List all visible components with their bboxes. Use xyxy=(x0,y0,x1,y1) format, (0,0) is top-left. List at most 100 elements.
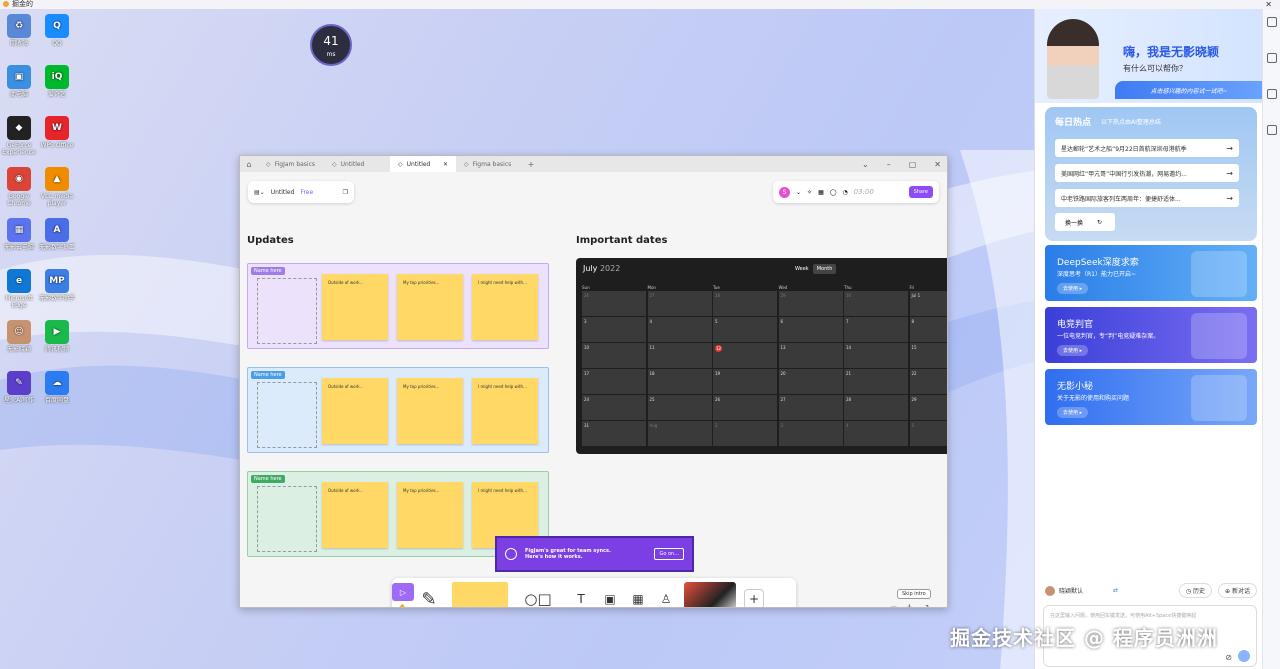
calendar-day[interactable]: 15 xyxy=(909,343,947,368)
attach-icon[interactable]: ⊘ xyxy=(1225,653,1232,662)
more-tools-icon[interactable]: + xyxy=(744,589,764,607)
calendar-day[interactable]: 2 xyxy=(713,421,777,446)
tab-1[interactable]: ◇ Untitled xyxy=(324,156,390,172)
calendar-day[interactable]: 28 xyxy=(844,395,908,420)
calendar-day[interactable]: 4 xyxy=(647,317,712,342)
calendar-day[interactable]: 7 xyxy=(844,317,908,342)
sticky-note[interactable]: My top priorities... xyxy=(397,274,463,340)
tab-3[interactable]: ◇ Figma basics xyxy=(456,156,522,172)
sparkle-icon[interactable]: ✧ xyxy=(807,189,812,196)
calendar-day[interactable]: 10 xyxy=(582,343,646,368)
tab-2[interactable]: ◇ Untitled ✕ xyxy=(390,156,456,172)
minimize-icon[interactable]: – xyxy=(887,160,891,169)
chevron-down-icon[interactable]: ⌄ xyxy=(862,160,869,169)
marker-icon[interactable]: ✎ xyxy=(414,579,444,608)
go-on-button[interactable]: Go on... xyxy=(654,548,684,560)
calendar-day[interactable]: 8 xyxy=(909,317,947,342)
month-toggle[interactable]: Month xyxy=(812,264,837,274)
skip-intro-button[interactable]: Skip intro xyxy=(897,589,931,599)
calendar-day[interactable]: 27 xyxy=(778,395,843,420)
calendar-day[interactable]: 19 xyxy=(713,369,777,394)
calendar-day[interactable]: 14 xyxy=(844,343,908,368)
section-name[interactable]: Name here xyxy=(251,475,285,483)
figjam-menu-icon[interactable]: ▤⌄ xyxy=(254,189,265,196)
calendar-day[interactable]: 3 xyxy=(582,317,646,342)
close-window-icon[interactable]: ✕ xyxy=(934,160,941,169)
desktop-icon[interactable]: ▲ VLC media player xyxy=(38,167,76,207)
hot-item[interactable]: 美国网红“甲亢哥”中国行引发热潮，网易邀约... → xyxy=(1055,164,1239,182)
widgets-icon[interactable] xyxy=(684,582,736,607)
desktop-icon[interactable]: ✎ 星火AI写作 xyxy=(0,371,38,404)
new-tab-icon[interactable]: + xyxy=(522,160,540,169)
zoom-in-icon[interactable]: + xyxy=(906,603,914,607)
info-icon[interactable] xyxy=(1266,125,1277,135)
calendar-day[interactable]: 17 xyxy=(582,369,646,394)
close-tab-icon[interactable]: ✕ xyxy=(443,161,448,168)
layout-icon[interactable]: ▦ xyxy=(818,189,824,196)
text-tool-icon[interactable]: T xyxy=(566,592,596,606)
tool-icon[interactable] xyxy=(1266,53,1277,63)
sticky-note[interactable]: My top priorities... xyxy=(397,378,463,444)
tab-0[interactable]: ◇ FigJam basics xyxy=(258,156,324,172)
desktop-icon[interactable]: ☺ 无影晓颖 xyxy=(0,320,38,353)
calendar-day[interactable]: Aug xyxy=(647,421,712,446)
calendar-day[interactable]: 11 xyxy=(647,343,712,368)
section-name[interactable]: Name here xyxy=(251,371,285,379)
calendar-day[interactable]: 30 xyxy=(844,291,908,316)
avatar[interactable]: S xyxy=(779,186,790,198)
card-use-button[interactable]: 去使用 ▸ xyxy=(1057,345,1089,356)
assistant-card[interactable]: DeepSeek深度求索 深度思考（R1）能力已开启~ 去使用 ▸ xyxy=(1045,245,1257,301)
hot-item[interactable]: 星达郵轮“艺术之船”9月22日首航深圳母港航季 → xyxy=(1055,139,1239,157)
section-name[interactable]: Name here xyxy=(251,267,285,275)
desktop-icon[interactable]: W WPS Office xyxy=(38,116,76,149)
sticky-note[interactable]: I might need help with... xyxy=(472,274,538,340)
calendar-day[interactable]: 24 xyxy=(582,395,646,420)
canvas[interactable]: ▤⌄ Untitled Free ❐ S ⌄ ✧ ▦ ◯ ◔ 03:00 Sha… xyxy=(240,172,947,607)
file-name[interactable]: Untitled xyxy=(271,189,295,196)
calendar-day[interactable]: 21 xyxy=(844,369,908,394)
section-tool-icon[interactable]: ▣ xyxy=(596,592,624,606)
calendar-day[interactable]: 5 xyxy=(713,317,777,342)
help-icon[interactable]: ? xyxy=(925,604,929,607)
stamp-icon[interactable]: ♙ xyxy=(652,592,680,606)
share-button[interactable]: Share xyxy=(908,186,933,198)
sticky-note[interactable]: Outside of work... xyxy=(322,378,388,444)
assistant-card[interactable]: 电竞判官 一位电竞判官，专“判”电竞疑难杂案。 去使用 ▸ xyxy=(1045,307,1257,363)
calendar-day[interactable]: 26 xyxy=(713,395,777,420)
hot-item[interactable]: 中老铁路国际旅客列车两周年：便捷舒适体... → xyxy=(1055,189,1239,207)
pages-icon[interactable]: ❐ xyxy=(343,189,348,196)
calendar-day[interactable]: 29 xyxy=(909,395,947,420)
assistant-card[interactable]: 无影小秘 关于无影的使用和购买问题 去使用 ▸ xyxy=(1045,369,1257,425)
calendar-day[interactable]: 26 xyxy=(582,291,646,316)
desktop-icon[interactable]: iQ 爱奇艺 xyxy=(38,65,76,98)
calendar-day[interactable]: 20 xyxy=(778,369,843,394)
desktop-icon[interactable]: ▣ 此电脑 xyxy=(0,65,38,98)
desktop-icon[interactable]: ☁ 百度网盘 xyxy=(38,371,76,404)
sticky-note-icon[interactable] xyxy=(452,582,508,607)
calendar-day[interactable]: 25 xyxy=(647,395,712,420)
hand-icon[interactable]: ✋ xyxy=(397,605,408,607)
sticky-note[interactable]: Outside of work... xyxy=(322,274,388,340)
calendar-day[interactable]: 3 xyxy=(778,421,843,446)
panel-icon[interactable] xyxy=(1266,17,1277,27)
calendar-day[interactable]: 18 xyxy=(647,369,712,394)
calendar-day[interactable]: 5 xyxy=(909,421,947,446)
shapes-icon[interactable]: ○□ xyxy=(514,579,562,607)
settings-icon[interactable] xyxy=(1266,89,1277,99)
calendar-day[interactable]: 27 xyxy=(647,291,712,316)
history-button[interactable]: ◷ 历史 xyxy=(1178,583,1213,598)
comment-icon[interactable]: ◯ xyxy=(830,189,837,196)
calendar-day[interactable]: 22 xyxy=(909,369,947,394)
timer-icon[interactable]: ◔ xyxy=(842,189,847,196)
update-section[interactable]: Name here Outside of work... My top priori… xyxy=(247,263,549,349)
send-icon[interactable] xyxy=(1238,650,1250,662)
card-use-button[interactable]: 去使用 ▸ xyxy=(1057,407,1089,418)
desktop-icon[interactable]: ◉ Google Chrome xyxy=(0,167,38,207)
calendar[interactable]: July 2022 Week Month Sun Mon Tue Wed Thu Fri … xyxy=(576,258,947,454)
chevron-down-icon[interactable]: ⌄ xyxy=(796,189,801,196)
desktop-icon[interactable]: e Microsoft Edge xyxy=(0,269,38,309)
maximize-icon[interactable]: ▢ xyxy=(909,160,917,169)
calendar-day[interactable]: 31 xyxy=(582,421,646,446)
calendar-day[interactable]: 6 xyxy=(778,317,843,342)
calendar-day[interactable]: Jul 1 xyxy=(909,291,947,316)
